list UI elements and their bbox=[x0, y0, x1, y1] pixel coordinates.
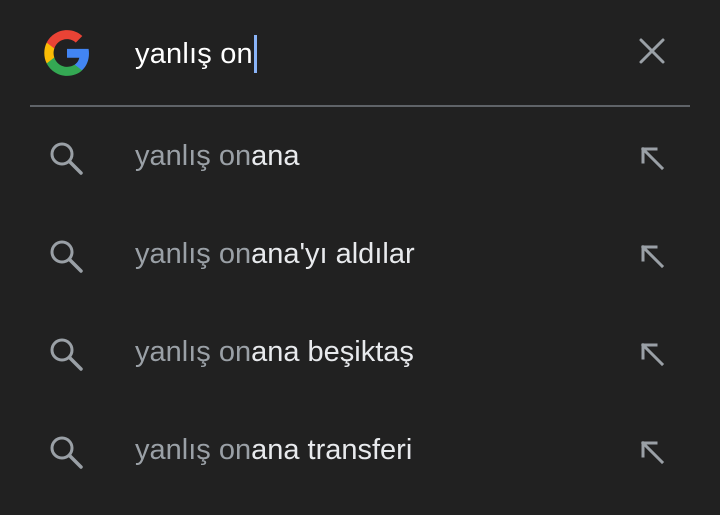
suggestion-text: yanlış onana beşiktaş bbox=[135, 332, 414, 372]
search-icon bbox=[48, 238, 84, 274]
suggestion-item[interactable]: yanlış onana'yı aldılar bbox=[0, 206, 720, 304]
search-query-text: yanlış on bbox=[135, 37, 253, 70]
suggestion-item[interactable]: yanlış onana beşiktaş bbox=[0, 304, 720, 402]
suggestion-prefix: yanlış on bbox=[135, 336, 252, 368]
search-icon bbox=[48, 434, 84, 470]
suggestion-prefix: yanlış on bbox=[135, 238, 252, 270]
suggestion-completion: ana bbox=[251, 140, 300, 172]
google-g-icon bbox=[42, 28, 92, 78]
close-icon bbox=[638, 37, 666, 70]
suggestion-prefix: yanlış on bbox=[135, 140, 252, 172]
suggestion-completion: ana beşiktaş bbox=[251, 336, 414, 368]
search-icon bbox=[48, 336, 84, 372]
arrow-up-left-icon[interactable] bbox=[632, 432, 672, 472]
arrow-up-left-icon[interactable] bbox=[632, 236, 672, 276]
suggestion-completion: ana'yı aldılar bbox=[251, 238, 415, 270]
clear-button[interactable] bbox=[632, 33, 672, 73]
suggestion-prefix: yanlış on bbox=[135, 434, 252, 466]
search-input[interactable]: yanlış on bbox=[135, 34, 257, 74]
suggestion-text: yanlış onana'yı aldılar bbox=[135, 234, 415, 274]
arrow-up-left-icon[interactable] bbox=[632, 138, 672, 178]
suggestion-item[interactable]: yanlış onana bbox=[0, 108, 720, 206]
divider bbox=[30, 105, 690, 107]
search-bar: yanlış on bbox=[0, 0, 720, 106]
suggestion-text: yanlış onana bbox=[135, 136, 299, 176]
suggestion-list: yanlış onana yanlış onana'yı aldılar yan… bbox=[0, 108, 720, 500]
text-caret bbox=[253, 35, 257, 73]
suggestion-item[interactable]: yanlış onana transferi bbox=[0, 402, 720, 500]
search-icon bbox=[48, 140, 84, 176]
suggestion-text: yanlış onana transferi bbox=[135, 430, 412, 470]
suggestion-completion: ana transferi bbox=[251, 434, 413, 466]
arrow-up-left-icon[interactable] bbox=[632, 334, 672, 374]
